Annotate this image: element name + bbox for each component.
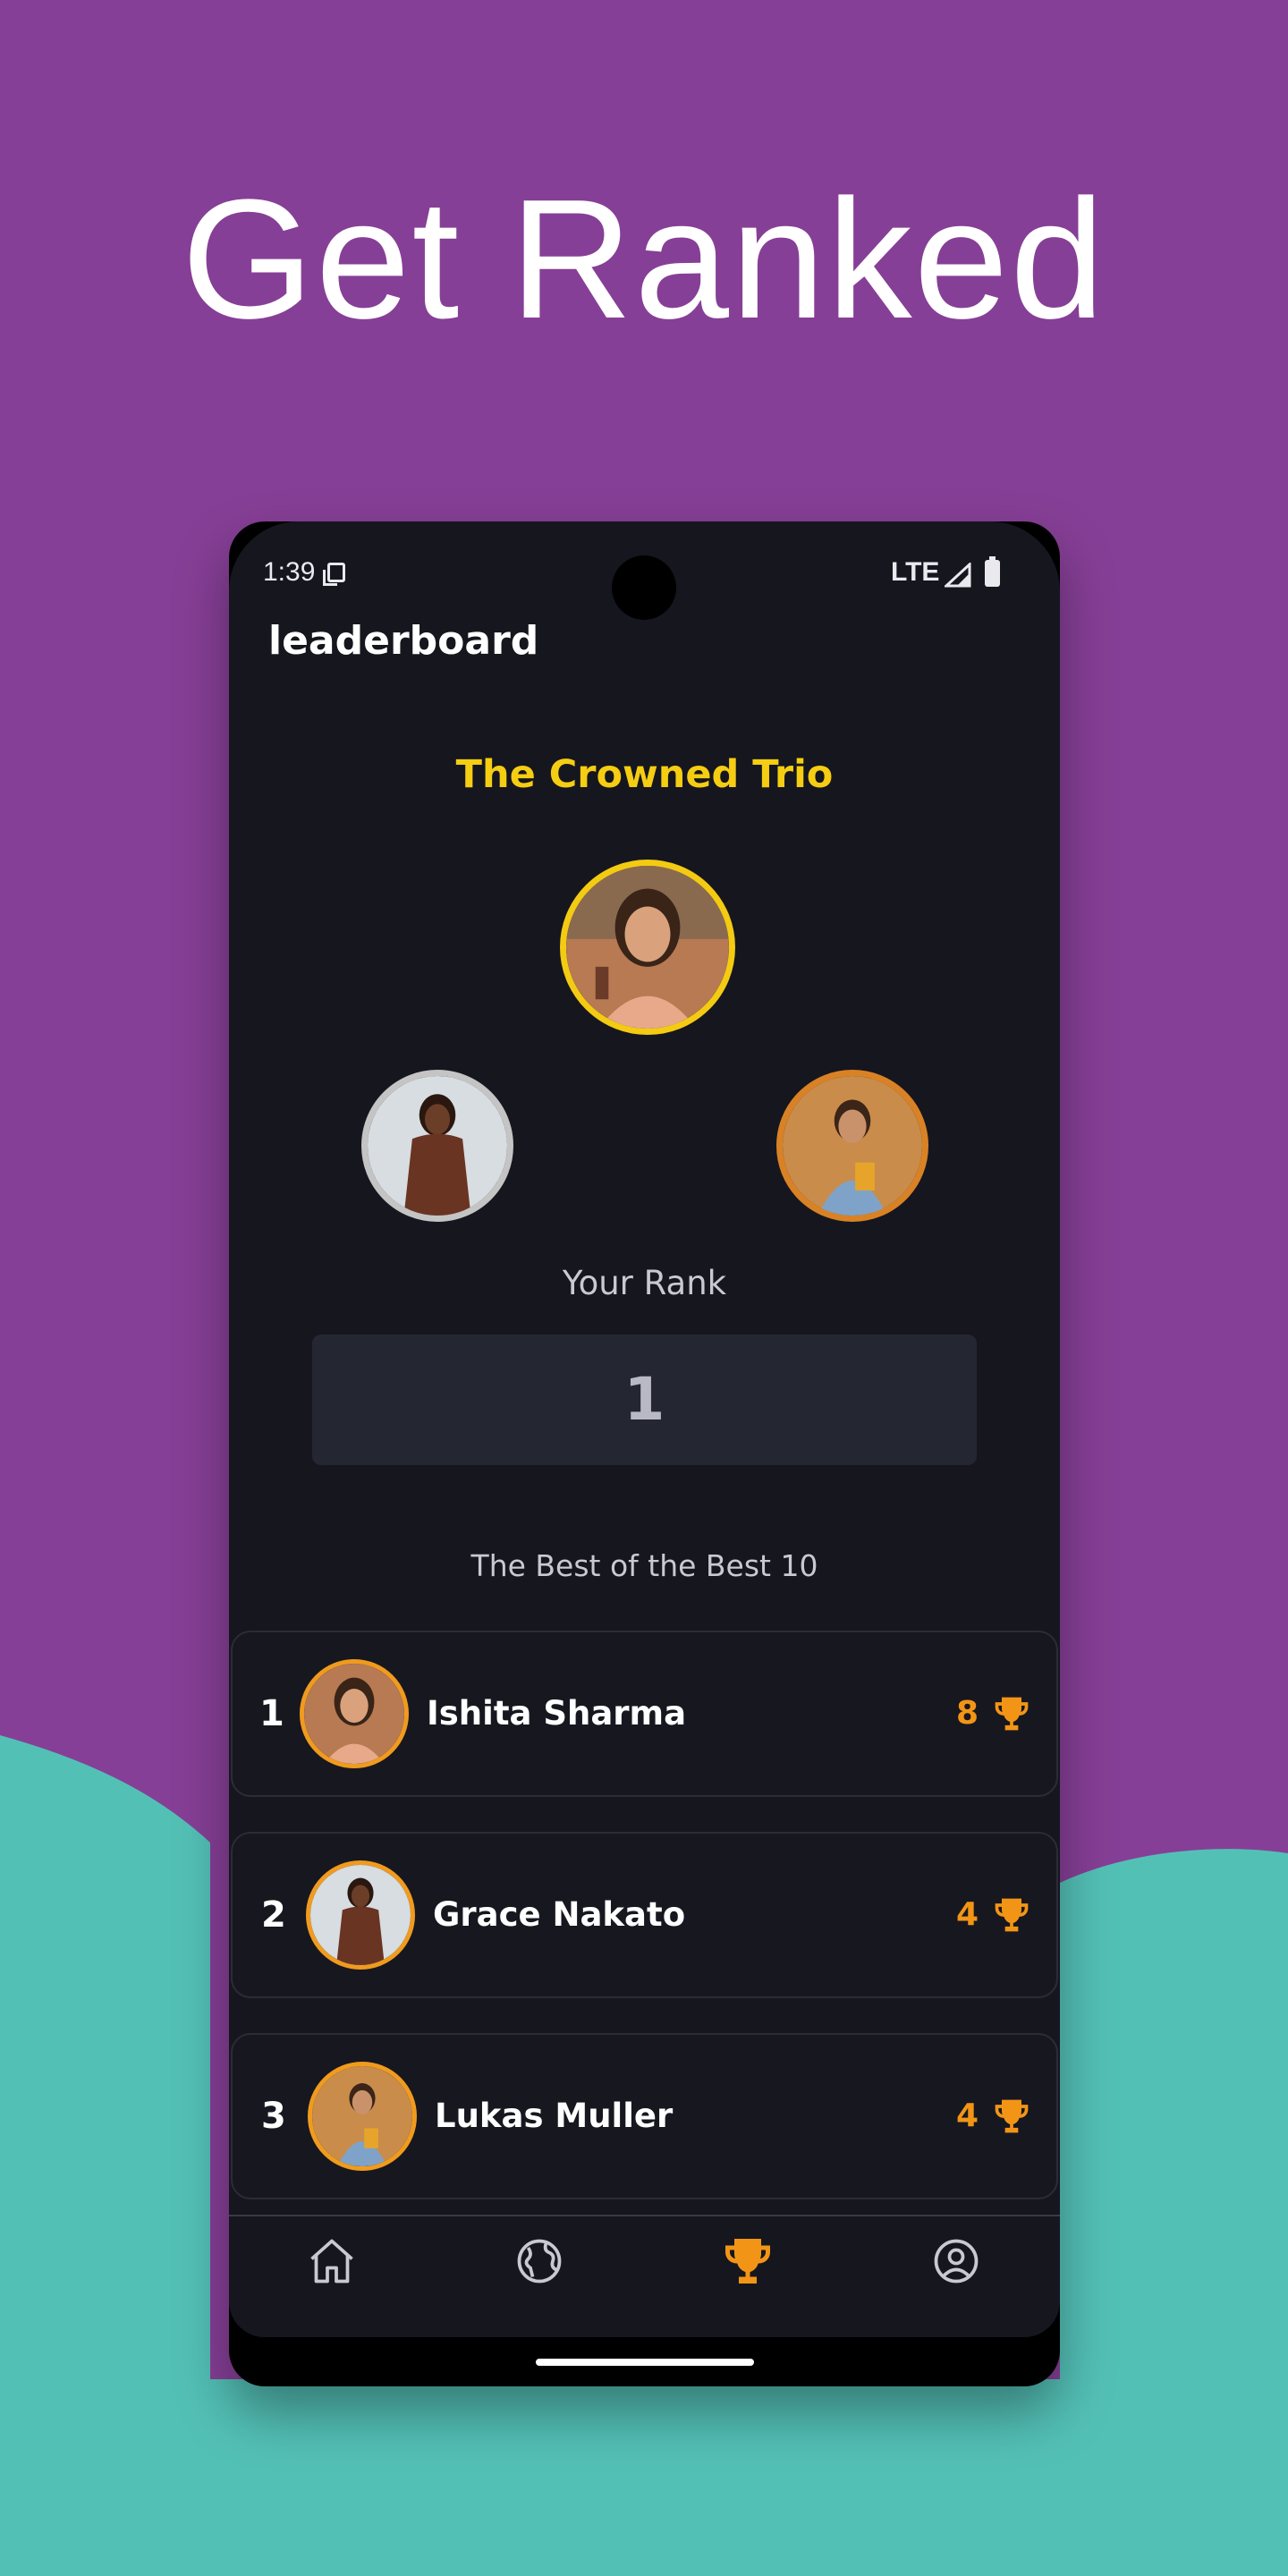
leaderboard-row[interactable]: 2 Grace Nakato 4 xyxy=(231,1832,1058,1998)
status-bar: 1:39 LTE xyxy=(229,521,1060,629)
home-indicator[interactable] xyxy=(536,2359,754,2366)
status-network: LTE xyxy=(891,557,940,587)
your-rank-label: Your Rank xyxy=(562,1264,727,1302)
row-score: 8 xyxy=(956,1695,979,1732)
podium-first-avatar[interactable] xyxy=(560,860,735,1035)
row-score: 4 xyxy=(956,1896,979,1933)
phone-device: 1:39 LTE leaderboard The Crowned Trio Yo… xyxy=(229,521,1060,2386)
avatar-ishita xyxy=(566,866,729,1029)
podium-second-avatar[interactable] xyxy=(361,1070,513,1222)
row-name: Grace Nakato xyxy=(433,1895,686,1934)
podium-third-avatar[interactable] xyxy=(776,1070,928,1222)
bottom-nav xyxy=(229,2216,1060,2337)
top-list-title: The Best of the Best 10 xyxy=(470,1548,818,1583)
page-title: leaderboard xyxy=(268,618,539,664)
leaderboard-row[interactable]: 1 Ishita Sharma 8 xyxy=(231,1631,1058,1797)
home-icon xyxy=(310,2239,353,2284)
avatar-grace xyxy=(310,1865,411,1965)
trophy-icon xyxy=(995,1898,1029,1932)
row-rank: 2 xyxy=(261,1894,286,1936)
row-avatar xyxy=(300,1659,409,1768)
globe-icon xyxy=(517,2239,562,2284)
podium-title: The Crowned Trio xyxy=(455,752,834,797)
row-avatar xyxy=(308,2062,417,2171)
trophy-icon xyxy=(995,1697,1029,1731)
row-name: Lukas Muller xyxy=(435,2097,674,2135)
avatar-lukas xyxy=(783,1076,922,1216)
signal-icon xyxy=(945,563,971,588)
row-rank: 3 xyxy=(261,2096,286,2137)
avatar-grace xyxy=(368,1076,507,1216)
app-screen: 1:39 LTE leaderboard The Crowned Trio Yo… xyxy=(229,521,1060,2337)
avatar-lukas xyxy=(312,2066,412,2166)
battery-icon xyxy=(985,556,1000,587)
camera-cutout xyxy=(612,555,676,620)
leaderboard-row[interactable]: 3 Lukas Muller 4 xyxy=(231,2033,1058,2199)
trophy-icon xyxy=(995,2099,1029,2133)
nav-profile[interactable] xyxy=(929,2234,983,2288)
status-time: 1:39 xyxy=(263,557,316,587)
row-avatar xyxy=(306,1860,415,1970)
trophy-icon xyxy=(725,2239,770,2284)
your-rank-value: 1 xyxy=(312,1335,977,1465)
avatar-ishita xyxy=(304,1664,404,1764)
nav-explore[interactable] xyxy=(513,2234,566,2288)
sim-icon xyxy=(323,563,345,586)
nav-home[interactable] xyxy=(305,2234,359,2288)
headline: Get Ranked xyxy=(182,165,1106,354)
row-rank: 1 xyxy=(259,1693,284,1734)
row-name: Ishita Sharma xyxy=(427,1694,687,1733)
row-score: 4 xyxy=(956,2097,979,2134)
profile-icon xyxy=(934,2239,979,2284)
nav-leaderboard[interactable] xyxy=(721,2234,775,2288)
